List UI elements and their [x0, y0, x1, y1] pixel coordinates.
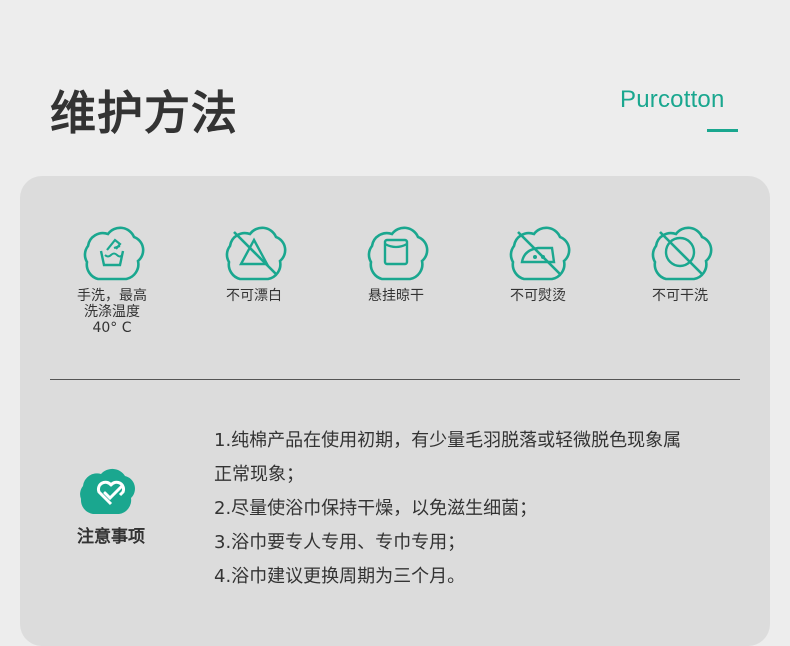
note-line: 4.浴巾建议更换周期为三个月。	[214, 566, 466, 587]
hang-dry-icon	[336, 218, 456, 284]
note-line: 2.尽量使浴巾保持干燥，以免滋生细菌；	[214, 498, 538, 519]
care-label-line: 不可漂白	[226, 288, 282, 304]
care-item-hang-dry: 悬挂晾干	[336, 218, 456, 304]
care-label-line: 手洗，最高	[77, 288, 147, 304]
care-item-no-iron: 不可熨烫	[478, 218, 598, 304]
note-line: 正常现象；	[214, 464, 304, 485]
notes-badge: 注意事项	[66, 460, 156, 547]
brand-underline	[707, 129, 738, 132]
note-line: 3.浴巾要专人专用、专巾专用；	[214, 532, 466, 553]
no-dry-clean-icon	[620, 218, 740, 284]
care-label-line: 洗涤温度	[84, 304, 140, 320]
page-title: 维护方法	[50, 86, 238, 140]
hand-wash-icon	[52, 218, 172, 284]
care-label-line: 40° C	[92, 320, 132, 336]
section-divider	[50, 379, 740, 380]
care-item-no-dry-clean: 不可干洗	[620, 218, 740, 304]
brand-logo: Purcotton	[620, 86, 725, 113]
note-line: 1.纯棉产品在使用初期，有少量毛羽脱落或轻微脱色现象属	[214, 430, 682, 451]
care-label-line: 不可熨烫	[510, 288, 566, 304]
heart-check-icon	[66, 460, 156, 520]
no-bleach-icon	[194, 218, 314, 284]
care-item-no-bleach: 不可漂白	[194, 218, 314, 304]
care-label-line: 不可干洗	[652, 288, 708, 304]
no-iron-icon	[478, 218, 598, 284]
care-label-line: 悬挂晾干	[368, 288, 424, 304]
care-item-hand-wash: 手洗，最高 洗涤温度 40° C	[52, 218, 172, 336]
notes-title: 注意事项	[77, 527, 145, 547]
notes-list: 1.纯棉产品在使用初期，有少量毛羽脱落或轻微脱色现象属 正常现象； 2.尽量使浴…	[214, 424, 744, 594]
